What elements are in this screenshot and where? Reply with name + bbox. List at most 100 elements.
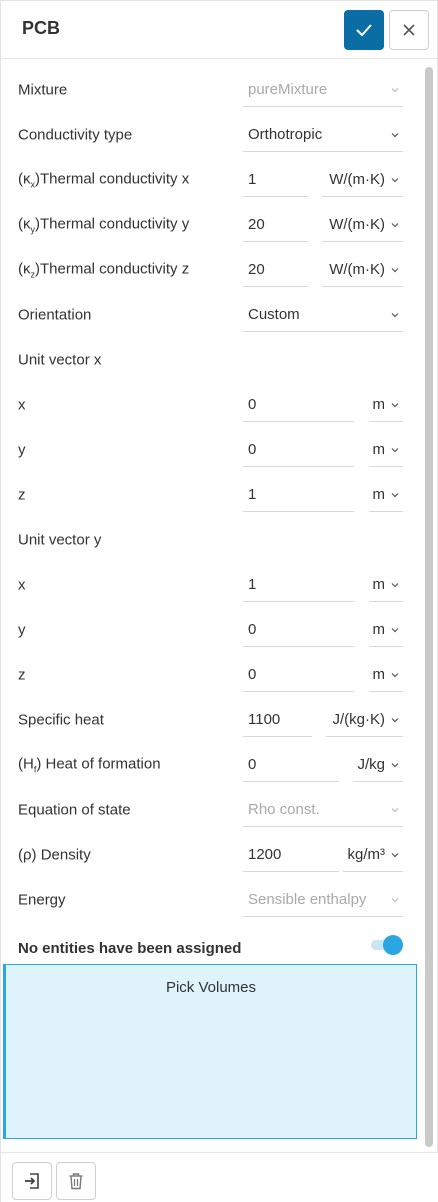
energy-row: Energy Sensible enthalpy bbox=[1, 877, 421, 922]
unit-vector-x-z-label: z bbox=[18, 486, 26, 503]
panel-title: PCB bbox=[22, 18, 61, 38]
unit-vector-x-z-row: z 1 m bbox=[1, 472, 421, 517]
mixture-select[interactable]: pureMixture bbox=[243, 73, 403, 107]
mixture-row: Mixture pureMixture bbox=[1, 67, 421, 112]
unit-vector-y-y-row: y 0 m bbox=[1, 607, 421, 652]
density-unit-select[interactable]: kg/m³ bbox=[343, 838, 403, 872]
mixture-value: pureMixture bbox=[248, 81, 328, 98]
heat-of-formation-input[interactable]: 0 bbox=[243, 748, 339, 782]
scrollbar[interactable] bbox=[425, 67, 433, 1147]
mixture-label: Mixture bbox=[18, 81, 68, 98]
unit-vector-x-y-input[interactable]: 0 bbox=[243, 433, 354, 467]
chevron-down-icon bbox=[391, 493, 399, 498]
unit-vector-y-x-label: x bbox=[18, 576, 26, 593]
unit-vector-x-x-label: x bbox=[18, 396, 26, 413]
thermal-conductivity-z-label: (κz)Thermal conductivity z bbox=[18, 260, 190, 279]
thermal-conductivity-y-unit-select[interactable]: W/(m·K) bbox=[322, 208, 403, 242]
chevron-down-icon bbox=[391, 223, 399, 228]
unit-vector-y-heading: Unit vector y bbox=[18, 531, 102, 548]
chevron-down-icon bbox=[391, 403, 399, 408]
unit-vector-y-z-input[interactable]: 0 bbox=[243, 658, 354, 692]
import-icon bbox=[25, 1173, 39, 1189]
specific-heat-input[interactable]: 1100 bbox=[243, 703, 312, 737]
orientation-select[interactable]: Custom bbox=[243, 298, 403, 332]
unit-vector-y-x-row: x 1 m bbox=[1, 562, 421, 607]
energy-label: Energy bbox=[18, 891, 66, 908]
equation-of-state-select[interactable]: Rho const. bbox=[243, 793, 403, 827]
unit-vector-x-z-unit-select[interactable]: m bbox=[369, 478, 403, 512]
energy-select[interactable]: Sensible enthalpy bbox=[243, 883, 403, 917]
chevron-down-icon bbox=[391, 718, 399, 723]
close-button[interactable] bbox=[389, 10, 429, 50]
pick-volumes-box[interactable]: Pick Volumes bbox=[3, 964, 417, 1139]
specific-heat-row: Specific heat 1100 J/(kg·K) bbox=[1, 697, 421, 742]
heat-of-formation-row: (Hf) Heat of formation 0 J/kg bbox=[1, 742, 421, 787]
trash-icon bbox=[69, 1173, 83, 1190]
chevron-down-icon bbox=[391, 853, 399, 858]
unit-vector-x-y-row: y 0 m bbox=[1, 427, 421, 472]
heat-of-formation-label: (Hf) Heat of formation bbox=[18, 755, 161, 774]
chevron-down-icon bbox=[391, 808, 399, 813]
thermal-conductivity-x-label: (κx)Thermal conductivity x bbox=[18, 170, 190, 189]
unit-vector-y-x-unit-select[interactable]: m bbox=[369, 568, 403, 602]
chevron-down-icon bbox=[391, 628, 399, 633]
unit-vector-x-x-unit-select[interactable]: m bbox=[369, 388, 403, 422]
unit-vector-x-heading-row: Unit vector x bbox=[1, 337, 421, 382]
unit-vector-x-y-label: y bbox=[18, 441, 26, 458]
density-input[interactable]: 1200 bbox=[243, 838, 339, 872]
unit-vector-y-z-label: z bbox=[18, 666, 26, 683]
assignment-row: No entities have been assigned bbox=[1, 930, 421, 966]
pick-volumes-label: Pick Volumes bbox=[165, 979, 257, 996]
energy-value: Sensible enthalpy bbox=[248, 891, 367, 908]
toggle-knob bbox=[383, 935, 403, 955]
thermal-conductivity-y-input[interactable]: 20 bbox=[243, 208, 308, 242]
density-row: (ρ) Density 1200 kg/m³ bbox=[1, 832, 421, 877]
thermal-conductivity-x-row: (κx)Thermal conductivity x 1 W/(m·K) bbox=[1, 157, 421, 202]
density-label: (ρ) Density bbox=[18, 846, 91, 863]
unit-vector-x-x-input[interactable]: 0 bbox=[243, 388, 354, 422]
unit-vector-y-z-row: z 0 m bbox=[1, 652, 421, 697]
chevron-down-icon bbox=[391, 313, 399, 318]
panel-footer bbox=[1, 1152, 438, 1202]
chevron-down-icon bbox=[391, 133, 399, 138]
thermal-conductivity-x-unit-select[interactable]: W/(m·K) bbox=[322, 163, 403, 197]
chevron-down-icon bbox=[391, 178, 399, 183]
unit-vector-x-y-unit-select[interactable]: m bbox=[369, 433, 403, 467]
chevron-down-icon bbox=[391, 448, 399, 453]
conductivity-type-label: Conductivity type bbox=[18, 126, 133, 143]
specific-heat-label: Specific heat bbox=[18, 711, 104, 728]
unit-vector-y-heading-row: Unit vector y bbox=[1, 517, 421, 562]
thermal-conductivity-z-row: (κz)Thermal conductivity z 20 W/(m·K) bbox=[1, 247, 421, 292]
unit-vector-y-y-label: y bbox=[18, 621, 26, 638]
unit-vector-y-x-input[interactable]: 1 bbox=[243, 568, 354, 602]
thermal-conductivity-y-label: (κy)Thermal conductivity y bbox=[18, 215, 190, 234]
unit-vector-y-y-input[interactable]: 0 bbox=[243, 613, 354, 647]
heat-of-formation-unit-select[interactable]: J/kg bbox=[353, 748, 403, 782]
thermal-conductivity-x-input[interactable]: 1 bbox=[243, 163, 308, 197]
orientation-value: Custom bbox=[248, 306, 300, 323]
unit-vector-y-z-unit-select[interactable]: m bbox=[369, 658, 403, 692]
assignment-toggle[interactable] bbox=[371, 935, 403, 955]
properties-panel: PCB Mixture pureMixture Conductivity typ… bbox=[0, 0, 438, 1202]
check-icon bbox=[356, 24, 372, 37]
unit-vector-y-y-unit-select[interactable]: m bbox=[369, 613, 403, 647]
equation-of-state-value: Rho const. bbox=[248, 801, 320, 818]
conductivity-type-select[interactable]: Orthotropic bbox=[243, 118, 403, 152]
thermal-conductivity-z-unit-select[interactable]: W/(m·K) bbox=[322, 253, 403, 287]
unit-vector-x-z-input[interactable]: 1 bbox=[243, 478, 354, 512]
import-button[interactable] bbox=[12, 1162, 52, 1200]
thermal-conductivity-z-input[interactable]: 20 bbox=[243, 253, 308, 287]
orientation-row: Orientation Custom bbox=[1, 292, 421, 337]
unit-vector-x-x-row: x 0 m bbox=[1, 382, 421, 427]
confirm-button[interactable] bbox=[344, 10, 384, 50]
delete-button[interactable] bbox=[56, 1162, 96, 1200]
thermal-conductivity-y-row: (κy)Thermal conductivity y 20 W/(m·K) bbox=[1, 202, 421, 247]
panel-header: PCB bbox=[1, 1, 438, 59]
chevron-down-icon bbox=[391, 898, 399, 903]
chevron-down-icon bbox=[391, 763, 399, 768]
chevron-down-icon bbox=[391, 673, 399, 678]
equation-of-state-label: Equation of state bbox=[18, 801, 131, 818]
chevron-down-icon bbox=[391, 268, 399, 273]
close-icon bbox=[403, 24, 415, 36]
specific-heat-unit-select[interactable]: J/(kg·K) bbox=[326, 703, 403, 737]
